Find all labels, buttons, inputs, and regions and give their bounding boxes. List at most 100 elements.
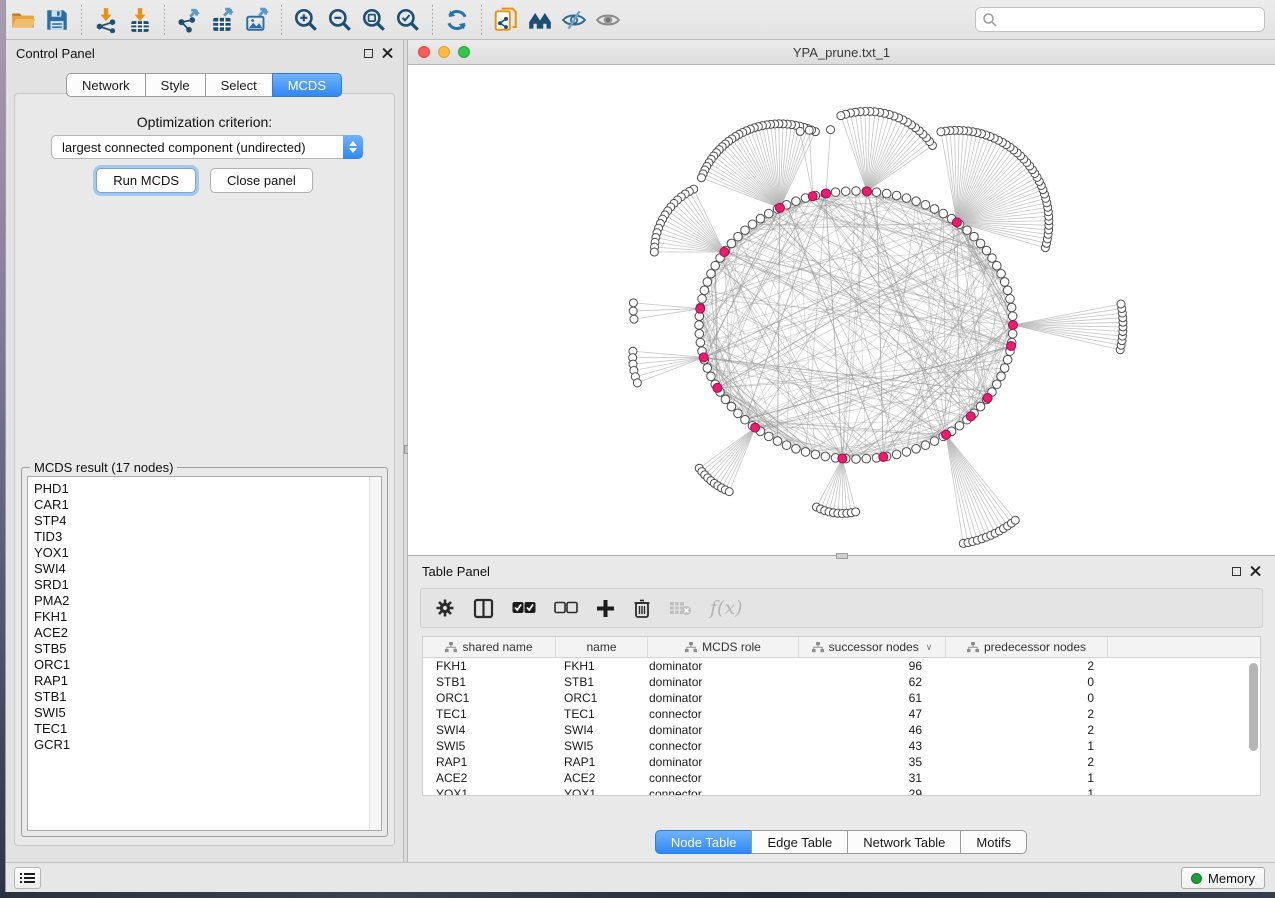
- network-node[interactable]: [764, 432, 773, 441]
- table-row[interactable]: ORC1ORC1dominator610: [423, 690, 1260, 706]
- mcds-result-item[interactable]: SRD1: [34, 577, 381, 593]
- mcds-result-item[interactable]: PMA2: [34, 593, 381, 609]
- mcds-result-item[interactable]: STB5: [34, 641, 381, 657]
- mcds-result-item[interactable]: ACE2: [34, 625, 381, 641]
- open-file-button[interactable]: [6, 4, 40, 36]
- network-node[interactable]: [831, 188, 840, 197]
- network-node[interactable]: [892, 191, 901, 200]
- network-node[interactable]: [976, 402, 985, 411]
- mcds-hub-node[interactable]: [822, 189, 831, 198]
- mcds-hub-node[interactable]: [1009, 321, 1018, 330]
- network-node[interactable]: [696, 338, 705, 347]
- mcds-hub-node[interactable]: [1007, 341, 1016, 350]
- mcds-hub-node[interactable]: [838, 454, 847, 463]
- close-panel-button[interactable]: Close panel: [210, 168, 313, 193]
- network-node[interactable]: [707, 269, 716, 278]
- zoom-fit-button[interactable]: [357, 4, 391, 36]
- network-node[interactable]: [741, 415, 750, 424]
- float-panel-icon[interactable]: [1232, 567, 1241, 576]
- table-row[interactable]: SWI4SWI4dominator462: [423, 722, 1260, 738]
- leaf-node[interactable]: [1011, 516, 1019, 524]
- column-header-predecessor-nodes[interactable]: predecessor nodes: [946, 637, 1108, 657]
- mcds-hub-node[interactable]: [751, 423, 760, 432]
- add-column-button[interactable]: [596, 599, 615, 618]
- refresh-button[interactable]: [440, 4, 474, 36]
- network-node[interactable]: [882, 189, 891, 198]
- network-node[interactable]: [1008, 329, 1017, 338]
- mcds-result-item[interactable]: FKH1: [34, 609, 381, 625]
- network-node[interactable]: [872, 188, 881, 197]
- horizontal-splitter-knob[interactable]: [836, 553, 848, 559]
- network-node[interactable]: [782, 441, 791, 450]
- column-header-name[interactable]: name: [556, 637, 648, 657]
- network-node[interactable]: [970, 232, 979, 241]
- network-node[interactable]: [921, 441, 930, 450]
- network-node[interactable]: [727, 239, 736, 248]
- import-table-button[interactable]: [123, 4, 157, 36]
- network-node[interactable]: [982, 246, 991, 255]
- network-node[interactable]: [1006, 295, 1015, 304]
- network-node[interactable]: [703, 364, 712, 373]
- network-node[interactable]: [821, 452, 830, 461]
- zoom-selected-button[interactable]: [391, 4, 425, 36]
- mcds-hub-node[interactable]: [720, 248, 729, 257]
- close-panel-icon[interactable]: [1250, 566, 1261, 577]
- network-node[interactable]: [902, 448, 911, 457]
- show-all-button[interactable]: [591, 4, 625, 36]
- first-neighbors-button[interactable]: [523, 4, 557, 36]
- network-node[interactable]: [939, 209, 948, 218]
- network-node[interactable]: [852, 187, 861, 196]
- table-row[interactable]: YOX1YOX1connector291: [423, 786, 1260, 796]
- column-visibility-button[interactable]: [473, 598, 494, 619]
- leaf-node[interactable]: [630, 315, 638, 323]
- network-node[interactable]: [997, 372, 1006, 381]
- network-node[interactable]: [734, 232, 743, 241]
- table-settings-button[interactable]: [435, 598, 455, 618]
- network-node[interactable]: [727, 402, 736, 411]
- select-all-rows-button[interactable]: [512, 601, 536, 615]
- mcds-result-item[interactable]: STB1: [34, 689, 381, 705]
- mcds-result-item[interactable]: SWI4: [34, 561, 381, 577]
- mcds-result-item[interactable]: GCR1: [34, 737, 381, 753]
- network-node[interactable]: [997, 269, 1006, 278]
- network-node[interactable]: [1007, 303, 1016, 312]
- mcds-hub-node[interactable]: [952, 218, 961, 227]
- network-node[interactable]: [801, 448, 810, 457]
- network-node[interactable]: [792, 197, 801, 206]
- network-node[interactable]: [976, 239, 985, 248]
- network-node[interactable]: [695, 321, 704, 330]
- mcds-result-list[interactable]: PHD1CAR1STP4TID3YOX1SWI4SRD1PMA2FKH1ACE2…: [27, 476, 382, 831]
- table-scrollbar[interactable]: [1248, 663, 1259, 796]
- close-panel-icon[interactable]: [382, 48, 393, 59]
- mcds-list-scrollbar[interactable]: [369, 477, 381, 830]
- tab-select[interactable]: Select: [205, 73, 273, 97]
- network-node[interactable]: [930, 437, 939, 446]
- network-node[interactable]: [862, 454, 871, 463]
- tab-node-table[interactable]: Node Table: [655, 830, 753, 854]
- tab-mcds[interactable]: MCDS: [272, 73, 342, 97]
- mcds-result-item[interactable]: CAR1: [34, 497, 381, 513]
- tab-motifs[interactable]: Motifs: [960, 830, 1027, 854]
- network-node[interactable]: [741, 226, 750, 235]
- network-node[interactable]: [773, 437, 782, 446]
- network-node[interactable]: [764, 209, 773, 218]
- leaf-node[interactable]: [697, 174, 705, 182]
- minimize-window-icon[interactable]: [438, 46, 450, 58]
- mcds-result-item[interactable]: TEC1: [34, 721, 381, 737]
- save-session-button[interactable]: [40, 4, 74, 36]
- deselect-all-rows-button[interactable]: [554, 601, 578, 615]
- mcds-hub-node[interactable]: [808, 192, 817, 201]
- network-canvas[interactable]: [408, 65, 1275, 555]
- network-node[interactable]: [963, 226, 972, 235]
- network-node[interactable]: [721, 395, 730, 404]
- tab-style[interactable]: Style: [145, 73, 206, 97]
- network-node[interactable]: [1003, 355, 1012, 364]
- mcds-hub-node[interactable]: [862, 187, 871, 196]
- table-row[interactable]: SWI5SWI5connector431: [423, 738, 1260, 754]
- mcds-hub-node[interactable]: [983, 393, 992, 402]
- network-node[interactable]: [756, 214, 765, 223]
- network-from-file-button[interactable]: [489, 4, 523, 36]
- zoom-out-button[interactable]: [323, 4, 357, 36]
- leaf-node[interactable]: [629, 299, 637, 307]
- network-node[interactable]: [988, 254, 997, 263]
